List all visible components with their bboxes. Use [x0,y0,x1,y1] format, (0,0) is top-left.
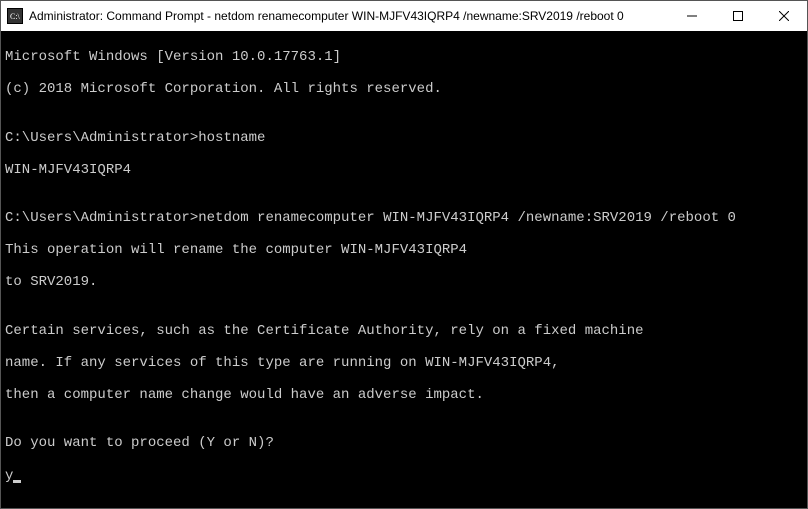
minimize-button[interactable] [669,1,715,31]
user-input: y [5,468,13,484]
prompt-path: C:\Users\Administrator> [5,210,198,226]
prompt-line-2: C:\Users\Administrator>netdom renamecomp… [5,210,803,226]
maximize-button[interactable] [715,1,761,31]
cursor [13,480,21,483]
command-typed: netdom renamecomputer WIN-MJFV43IQRP4 /n… [198,210,736,226]
rename-msg-1: This operation will rename the computer … [5,242,803,258]
titlebar[interactable]: C:\ Administrator: Command Prompt - netd… [1,1,807,31]
prompt-path: C:\Users\Administrator> [5,130,198,146]
rename-msg-2: to SRV2019. [5,274,803,290]
command-typed: hostname [198,130,265,146]
cmd-icon: C:\ [7,8,23,24]
proceed-prompt: Do you want to proceed (Y or N)? [5,435,803,451]
command-prompt-window: C:\ Administrator: Command Prompt - netd… [0,0,808,509]
version-line: Microsoft Windows [Version 10.0.17763.1] [5,49,803,65]
user-input-line: y [5,468,803,484]
window-title: Administrator: Command Prompt - netdom r… [29,9,624,23]
svg-text:C:\: C:\ [10,12,21,21]
terminal-area[interactable]: Microsoft Windows [Version 10.0.17763.1]… [1,31,807,508]
warning-line-2: name. If any services of this type are r… [5,355,803,371]
hostname-output: WIN-MJFV43IQRP4 [5,162,803,178]
titlebar-left: C:\ Administrator: Command Prompt - netd… [7,8,624,24]
warning-line-3: then a computer name change would have a… [5,387,803,403]
close-button[interactable] [761,1,807,31]
prompt-line-1: C:\Users\Administrator>hostname [5,130,803,146]
warning-line-1: Certain services, such as the Certificat… [5,323,803,339]
copyright-line: (c) 2018 Microsoft Corporation. All righ… [5,81,803,97]
window-controls [669,1,807,31]
